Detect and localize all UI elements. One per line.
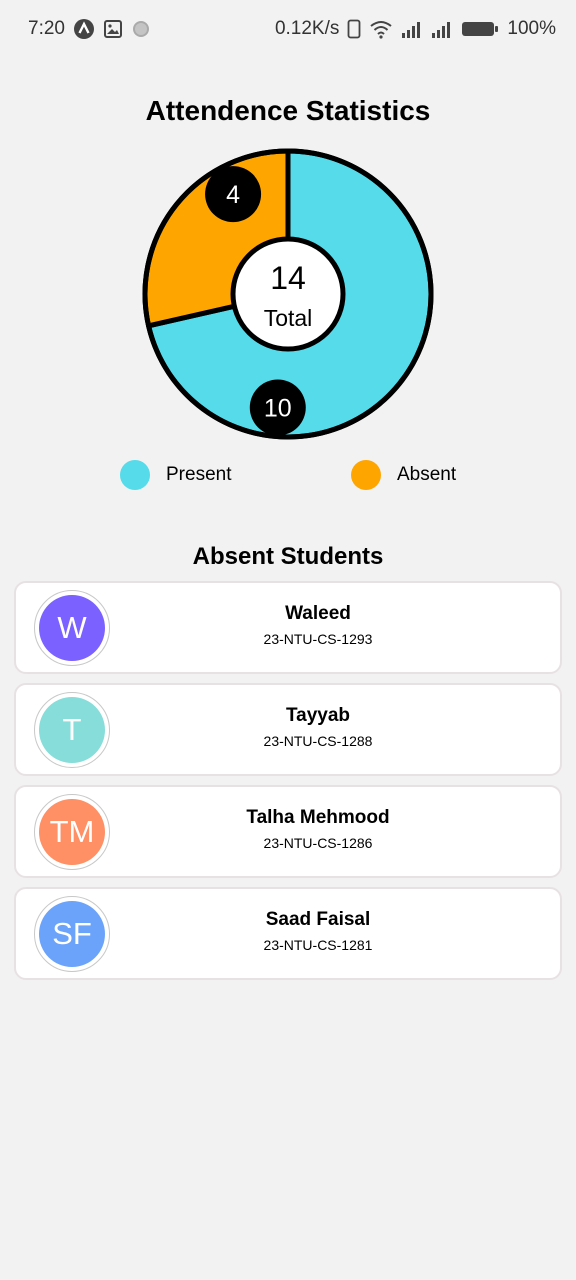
legend-item-present: Present bbox=[120, 460, 231, 490]
student-info: Waleed 23-NTU-CS-1293 bbox=[136, 603, 500, 647]
page-title: Attendence Statistics bbox=[145, 95, 431, 126]
battery-percent: 100% bbox=[507, 18, 556, 39]
avatar-initials: SF bbox=[39, 901, 105, 967]
legend-swatch-present bbox=[120, 460, 150, 490]
phone-icon bbox=[347, 19, 361, 39]
student-id: 23-NTU-CS-1288 bbox=[263, 733, 373, 749]
student-info: Tayyab 23-NTU-CS-1288 bbox=[136, 705, 500, 749]
student-card[interactable]: SF Saad Faisal 23-NTU-CS-1281 bbox=[14, 887, 562, 980]
chart-total-value: 14 bbox=[270, 260, 306, 296]
student-card[interactable]: W Waleed 23-NTU-CS-1293 bbox=[14, 581, 562, 674]
app-icon bbox=[73, 18, 95, 40]
status-right: 0.12K/s 100% bbox=[275, 18, 556, 40]
avatar-initials: T bbox=[39, 697, 105, 763]
legend-label-absent: Absent bbox=[397, 464, 457, 485]
student-card[interactable]: TM Talha Mehmood 23-NTU-CS-1286 bbox=[14, 785, 562, 878]
dot-icon bbox=[131, 19, 151, 39]
student-name: Tayyab bbox=[285, 705, 351, 726]
value-label-absent: 4 bbox=[226, 181, 240, 209]
student-id: 23-NTU-CS-1286 bbox=[263, 835, 373, 851]
legend-label-present: Present bbox=[166, 464, 232, 485]
student-card[interactable]: T Tayyab 23-NTU-CS-1288 bbox=[14, 683, 562, 776]
student-name: Talha Mehmood bbox=[246, 807, 390, 828]
student-name: Waleed bbox=[285, 603, 351, 624]
avatar: TM bbox=[34, 794, 110, 870]
chart-total-label: Total bbox=[264, 305, 313, 331]
avatar-initials: W bbox=[39, 595, 105, 661]
avatar: T bbox=[34, 692, 110, 768]
signal-icon bbox=[401, 19, 423, 39]
student-id: 23-NTU-CS-1281 bbox=[263, 937, 373, 953]
absent-students-heading: Absent Students bbox=[192, 543, 384, 570]
student-name: Saad Faisal bbox=[265, 909, 371, 930]
wifi-icon bbox=[369, 19, 393, 39]
student-info: Saad Faisal 23-NTU-CS-1281 bbox=[136, 909, 500, 953]
value-label-present: 10 bbox=[264, 395, 292, 423]
status-time: 7:20 bbox=[28, 18, 65, 39]
status-bar: 7:20 0.12K/s 100% bbox=[0, 0, 576, 58]
student-info: Talha Mehmood 23-NTU-CS-1286 bbox=[136, 807, 500, 851]
chart-legend: Present Absent bbox=[0, 458, 576, 494]
legend-swatch-absent bbox=[351, 460, 381, 490]
legend-item-absent: Absent bbox=[351, 460, 456, 490]
attendance-pie-chart: 10 4 14 Total bbox=[142, 148, 434, 440]
student-id: 23-NTU-CS-1293 bbox=[263, 631, 373, 647]
network-speed: 0.12K/s bbox=[274, 18, 340, 39]
signal-icon bbox=[431, 19, 453, 39]
avatar-initials: TM bbox=[39, 799, 105, 865]
avatar: W bbox=[34, 590, 110, 666]
status-left: 7:20 bbox=[28, 18, 151, 40]
battery-icon bbox=[461, 19, 499, 39]
gallery-icon bbox=[103, 19, 123, 39]
absent-students-list: W Waleed 23-NTU-CS-1293 T Tayyab 23-NTU-… bbox=[14, 581, 562, 989]
avatar: SF bbox=[34, 896, 110, 972]
